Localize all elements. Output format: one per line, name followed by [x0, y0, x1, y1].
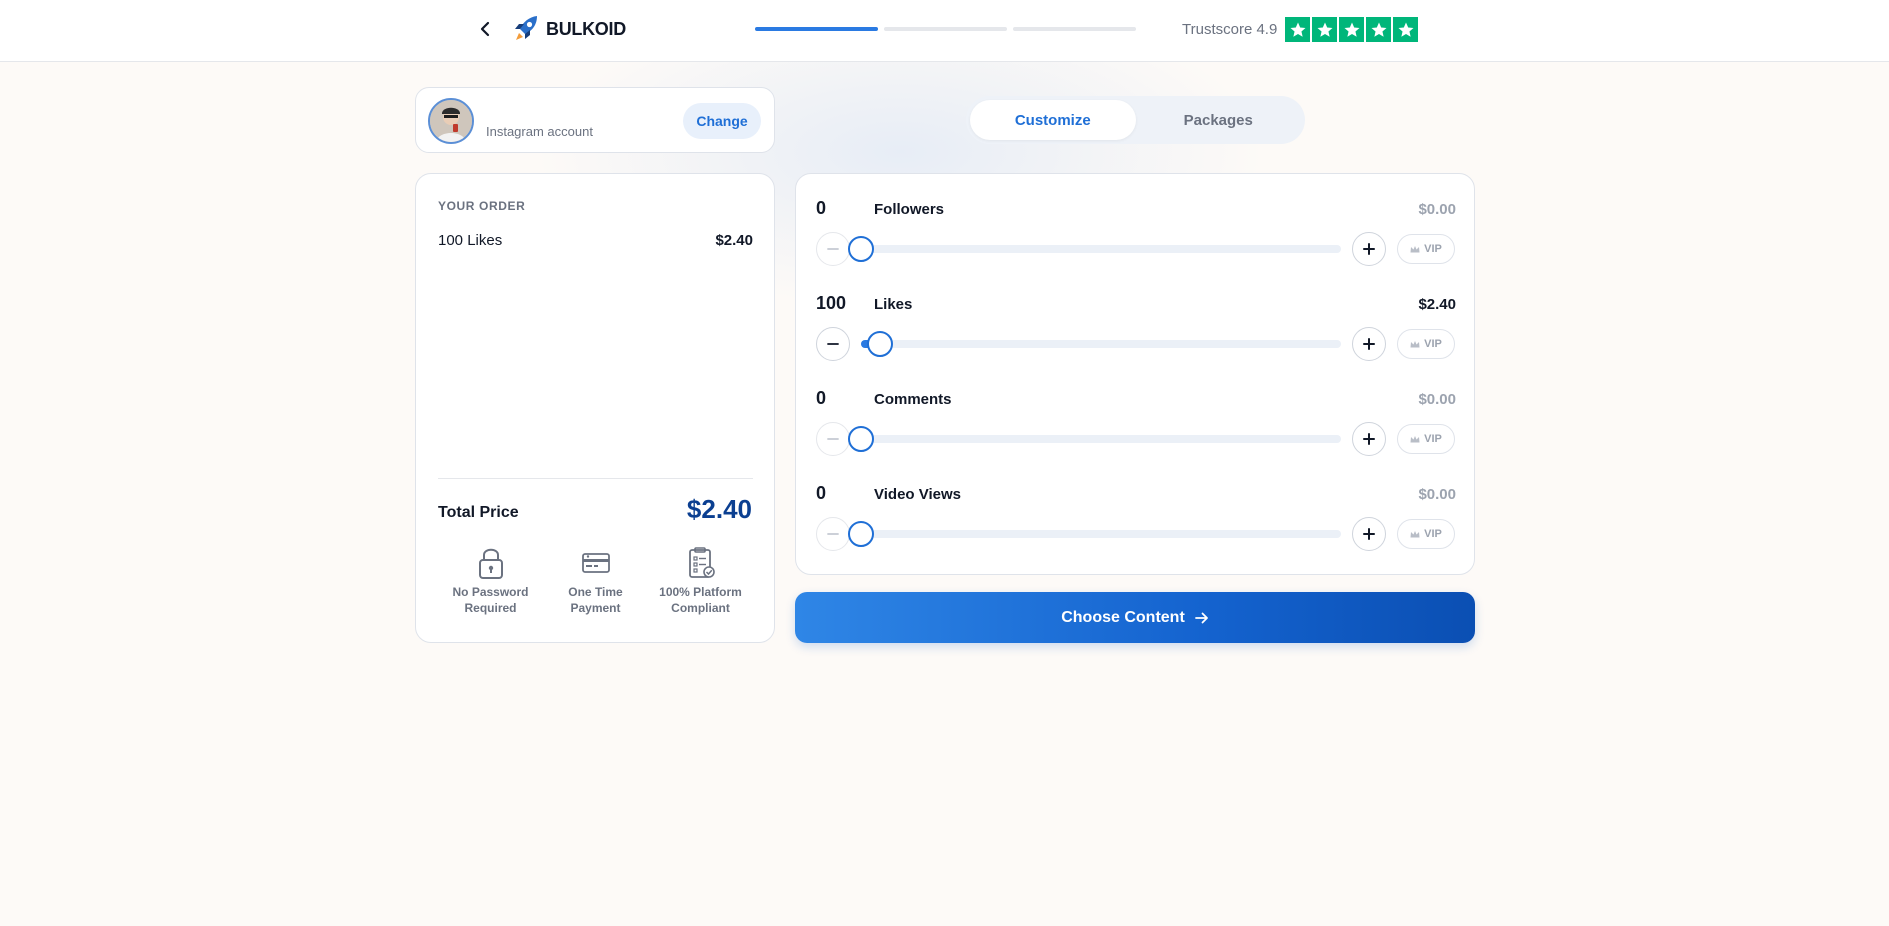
- trustscore-text: Trustscore 4.9: [1182, 21, 1278, 38]
- vip-label: VIP: [1424, 243, 1442, 255]
- vip-button[interactable]: VIP: [1397, 519, 1455, 549]
- tab-packages[interactable]: Packages: [1136, 100, 1302, 140]
- increase-button[interactable]: [1352, 422, 1386, 456]
- order-summary: YOUR ORDER 100 Likes $2.40 Total Price $…: [415, 173, 775, 643]
- minus-icon: [827, 533, 839, 535]
- service-name: Likes: [874, 296, 913, 313]
- star-icon: [1285, 17, 1311, 42]
- progress-step-2: [884, 27, 1007, 31]
- service-sliders: 0 Followers $0.00 VIP 100 Likes $2.40 VI…: [795, 173, 1475, 575]
- order-item-price: $2.40: [715, 232, 753, 249]
- mode-tabs: Customize Packages: [966, 96, 1305, 144]
- star-icon: [1393, 17, 1419, 42]
- chevron-left-icon: [480, 21, 490, 37]
- progress-step-3: [1013, 27, 1136, 31]
- account-card: Instagram account Change: [415, 87, 775, 153]
- service-name: Comments: [874, 391, 952, 408]
- rocket-icon: [515, 16, 537, 40]
- back-button[interactable]: [474, 17, 496, 41]
- cta-label: Choose Content: [1061, 608, 1185, 626]
- brand-name: BULKOID: [546, 18, 626, 39]
- quantity-value: 0: [816, 388, 827, 408]
- order-line-item: 100 Likes $2.40: [438, 232, 753, 249]
- decrease-button[interactable]: [816, 232, 850, 266]
- minus-icon: [827, 343, 839, 345]
- feature-label: No Password Required: [452, 585, 529, 615]
- total-price-label: Total Price: [438, 504, 519, 521]
- crown-icon: [1410, 531, 1420, 538]
- star-icon: [1312, 17, 1338, 42]
- plus-icon: [1363, 433, 1375, 445]
- tab-customize[interactable]: Customize: [970, 100, 1136, 140]
- service-name: Video Views: [874, 486, 961, 503]
- quantity-slider[interactable]: [848, 521, 1341, 547]
- star-icon: [1366, 17, 1392, 42]
- increase-button[interactable]: [1352, 232, 1386, 266]
- avatar: [428, 98, 474, 144]
- quantity-slider[interactable]: [861, 331, 1341, 357]
- arrow-right-icon: [1194, 612, 1208, 623]
- feature-compliant: 100% Platform Compliant: [648, 546, 753, 616]
- vip-button[interactable]: VIP: [1397, 234, 1455, 264]
- vip-label: VIP: [1424, 338, 1442, 350]
- slider-thumb[interactable]: [848, 521, 874, 547]
- vip-label: VIP: [1424, 433, 1442, 445]
- service-name: Followers: [874, 201, 945, 218]
- clipboard-check-icon: [688, 547, 715, 578]
- order-heading: YOUR ORDER: [438, 199, 526, 213]
- increase-button[interactable]: [1352, 327, 1386, 361]
- service-row-followers: 0 Followers $0.00 VIP: [796, 174, 1476, 269]
- trust-features: No Password Required One Time Payment 10…: [438, 546, 753, 616]
- quantity-value: 0: [816, 198, 827, 218]
- slider-thumb[interactable]: [867, 331, 894, 357]
- crown-icon: [1410, 436, 1420, 443]
- credit-card-icon: [581, 553, 610, 573]
- service-price: $0.00: [1418, 486, 1456, 503]
- service-price: $0.00: [1418, 201, 1456, 218]
- star-icon: [1339, 17, 1365, 42]
- service-row-likes: 100 Likes $2.40 VIP: [796, 269, 1476, 364]
- divider: [438, 478, 753, 479]
- service-price: $0.00: [1418, 391, 1456, 408]
- slider-thumb[interactable]: [848, 426, 874, 452]
- feature-one-time: One Time Payment: [543, 546, 648, 616]
- quantity-slider[interactable]: [848, 236, 1341, 262]
- service-row-video-views: 0 Video Views $0.00 VIP: [796, 459, 1476, 554]
- total-price-value: $2.40: [686, 494, 752, 524]
- crown-icon: [1410, 341, 1420, 348]
- decrease-button[interactable]: [816, 327, 850, 361]
- lock-icon: [478, 548, 503, 579]
- feature-label: One Time Payment: [568, 585, 623, 615]
- decrease-button[interactable]: [816, 422, 850, 456]
- feature-no-password: No Password Required: [438, 546, 543, 616]
- plus-icon: [1363, 528, 1375, 540]
- service-price: $2.40: [1418, 296, 1456, 313]
- progress-step-1: [755, 27, 878, 31]
- crown-icon: [1410, 246, 1420, 253]
- vip-button[interactable]: VIP: [1397, 424, 1455, 454]
- increase-button[interactable]: [1352, 517, 1386, 551]
- step-progress: [755, 27, 1136, 31]
- quantity-value: 0: [816, 483, 827, 503]
- plus-icon: [1363, 243, 1375, 255]
- choose-content-button[interactable]: Choose Content: [795, 592, 1475, 643]
- vip-button[interactable]: VIP: [1397, 329, 1455, 359]
- feature-label: 100% Platform Compliant: [659, 585, 742, 615]
- trustscore-stars: [1285, 17, 1419, 42]
- minus-icon: [827, 438, 839, 440]
- quantity-slider[interactable]: [848, 426, 1341, 452]
- service-row-comments: 0 Comments $0.00 VIP: [796, 364, 1476, 459]
- brand-logo[interactable]: BULKOID: [512, 14, 626, 44]
- quantity-value: 100: [816, 293, 847, 313]
- account-label: Instagram account: [486, 124, 593, 139]
- decrease-button[interactable]: [816, 517, 850, 551]
- vip-label: VIP: [1424, 528, 1442, 540]
- top-bar: BULKOID Trustscore 4.9: [0, 0, 1889, 62]
- trustscore[interactable]: Trustscore 4.9: [1182, 17, 1419, 42]
- change-account-button[interactable]: Change: [683, 103, 761, 139]
- minus-icon: [827, 248, 839, 250]
- slider-thumb[interactable]: [848, 236, 874, 262]
- plus-icon: [1363, 338, 1375, 350]
- order-item-name: 100 Likes: [438, 232, 503, 249]
